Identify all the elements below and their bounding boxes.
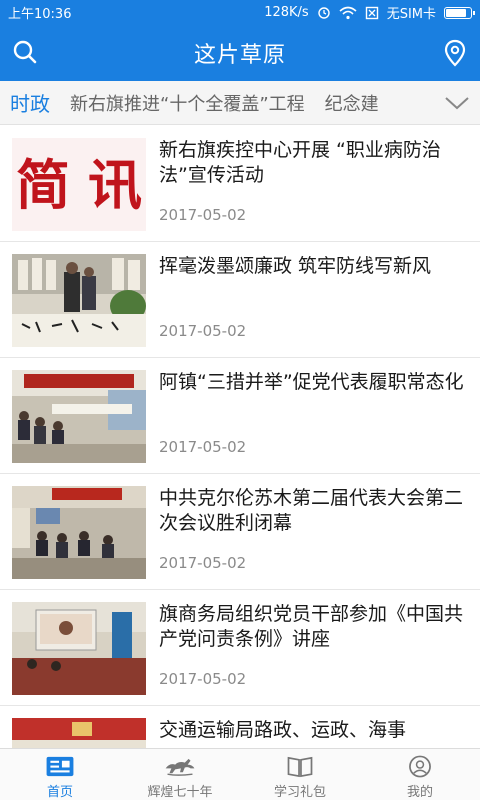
news-date: 2017-05-02 — [159, 438, 247, 456]
wifi-icon — [339, 6, 357, 19]
news-title: 挥毫泼墨颂廉政 筑牢防线写新风 — [159, 255, 432, 277]
profile-icon — [409, 755, 431, 778]
news-title: 新右旗疾控中心开展 “职业病防治法”宣传活动 — [159, 139, 441, 186]
news-date: 2017-05-02 — [159, 322, 247, 340]
tabs-expand-button[interactable] — [420, 81, 480, 124]
nav-home-label: 首页 — [46, 785, 73, 800]
news-thumbnail: 简 讯 — [12, 138, 146, 231]
thumb-text-jian: 简 — [16, 153, 70, 217]
congress-hall-photo — [12, 486, 146, 579]
news-title: 中共克尔伦苏木第二届代表大会第二次会议胜利闭幕 — [159, 487, 464, 534]
news-thumbnail — [12, 254, 146, 347]
list-item[interactable]: 旗商务局组织党员干部参加《中国共产党问责条例》讲座 2017-05-02 — [0, 590, 480, 706]
meeting-room-photo — [12, 370, 146, 463]
battery-icon — [444, 6, 475, 19]
lecture-photo — [12, 602, 146, 695]
sim-off-icon — [365, 6, 378, 19]
status-bar: 上午10:36 128K/s 无SIM卡 — [0, 0, 480, 25]
news-thumbnail — [12, 602, 146, 695]
category-tabs: 时政 新右旗推进“十个全覆盖”工程 纪念建 — [0, 81, 480, 125]
list-item[interactable]: 阿镇“三措并举”促党代表履职常态化 2017-05-02 — [0, 358, 480, 474]
news-title: 交通运输局路政、运政、海事 — [159, 719, 407, 741]
nav-study-pack[interactable]: 学习礼包 — [240, 749, 360, 800]
calligraphy-photo — [12, 254, 146, 347]
jianxun-thumbnail-image: 简 讯 — [12, 138, 146, 231]
nav-seventy-years[interactable]: 辉煌七十年 — [120, 749, 240, 800]
chevron-down-icon — [445, 97, 469, 110]
news-title: 阿镇“三措并举”促党代表履职常态化 — [159, 371, 464, 393]
nav-seventy-years-label: 辉煌七十年 — [147, 785, 213, 800]
list-item[interactable]: 交通运输局路政、运政、海事 — [0, 706, 480, 748]
network-speed: 128K/s — [264, 5, 309, 20]
news-title: 旗商务局组织党员干部参加《中国共产党问责条例》讲座 — [159, 603, 464, 650]
nav-mine[interactable]: 我的 — [360, 749, 480, 800]
sim-status: 无SIM卡 — [386, 7, 436, 22]
nav-study-pack-label: 学习礼包 — [273, 785, 326, 800]
tab-ji-nian[interactable]: 纪念建 — [315, 90, 389, 116]
thumb-text-xun: 讯 — [88, 153, 142, 217]
location-pin-icon[interactable] — [442, 39, 468, 67]
bottom-nav: 首页 辉煌七十年 学习礼包 我的 — [0, 748, 480, 800]
search-icon[interactable] — [12, 39, 38, 65]
tab-shi-ge-quan-fu-gai[interactable]: 新右旗推进“十个全覆盖”工程 — [60, 90, 315, 116]
list-item[interactable]: 挥毫泼墨颂廉政 筑牢防线写新风 2017-05-02 — [0, 242, 480, 358]
news-date: 2017-05-02 — [159, 206, 247, 224]
book-icon — [287, 756, 313, 778]
news-thumbnail — [12, 718, 146, 748]
nav-mine-label: 我的 — [406, 785, 433, 800]
home-news-icon — [46, 756, 74, 777]
tab-shizheng[interactable]: 时政 — [0, 88, 60, 117]
list-item[interactable]: 中共克尔伦苏木第二届代表大会第二次会议胜利闭幕 2017-05-02 — [0, 474, 480, 590]
news-thumbnail — [12, 486, 146, 579]
list-item[interactable]: 简 讯 新右旗疾控中心开展 “职业病防治法”宣传活动 2017-05-02 — [0, 126, 480, 242]
horse-icon — [165, 758, 195, 776]
app-bar: 这片草原 — [0, 25, 480, 81]
news-list: 简 讯 新右旗疾控中心开展 “职业病防治法”宣传活动 2017-05-02 挥毫… — [0, 126, 480, 748]
nav-home[interactable]: 首页 — [0, 749, 120, 800]
page-title: 这片草原 — [193, 43, 286, 68]
news-date: 2017-05-02 — [159, 554, 247, 572]
status-time: 上午10:36 — [8, 7, 72, 22]
news-thumbnail — [12, 370, 146, 463]
alarm-icon — [317, 6, 330, 19]
traffic-bureau-photo — [12, 718, 146, 748]
news-date: 2017-05-02 — [159, 670, 247, 688]
